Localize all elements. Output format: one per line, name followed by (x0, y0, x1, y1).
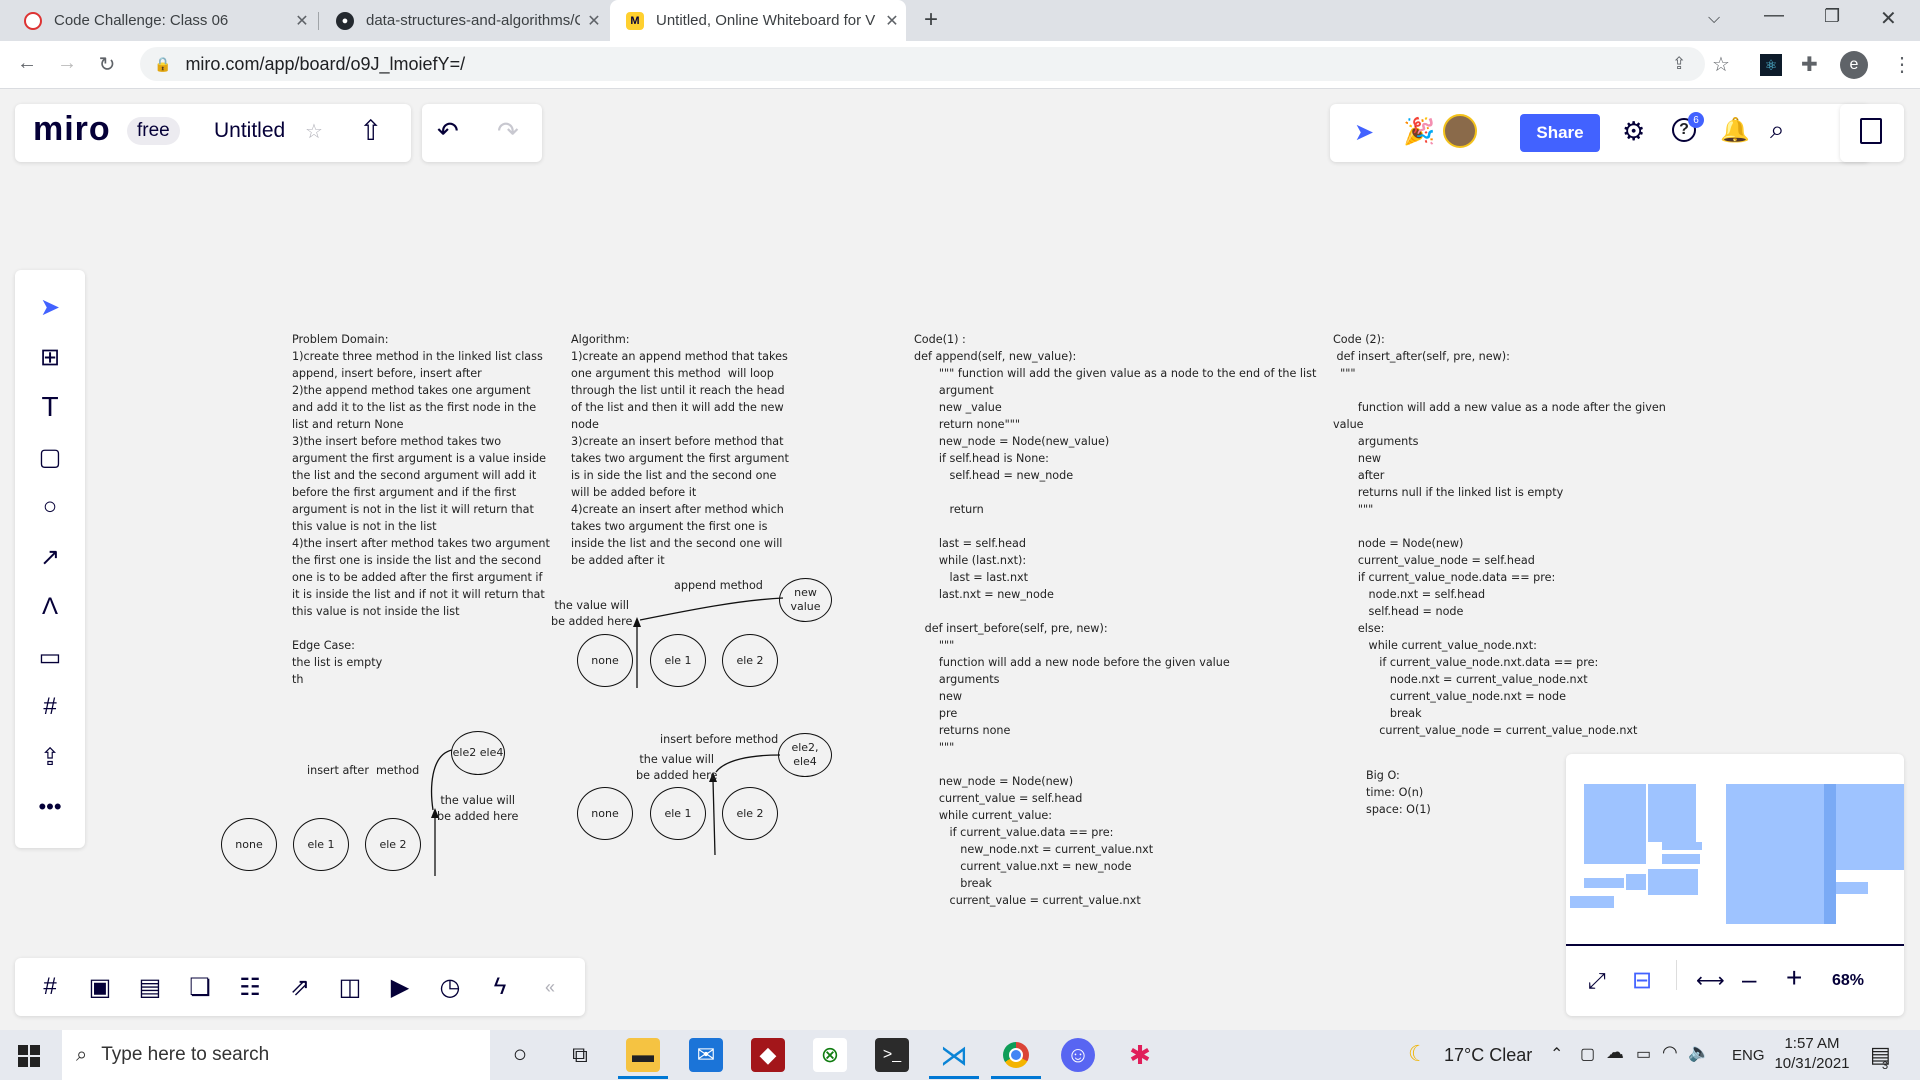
clock-time: 1:57 AM (1784, 1035, 1840, 1052)
insert-before-method-label[interactable]: insert before method (660, 732, 778, 748)
slack-icon[interactable]: ✱ (1123, 1038, 1157, 1072)
minimap-divider (1566, 944, 1904, 946)
minimap-region (1662, 854, 1700, 864)
video-icon[interactable]: ▶ (385, 972, 415, 1002)
mail-icon[interactable]: ✉ (689, 1038, 723, 1072)
insert-before-note[interactable]: the value will be added here (636, 752, 717, 784)
ruby-app-icon[interactable]: ◆ (751, 1038, 785, 1072)
minimap-region (1648, 784, 1696, 842)
minimap-panel: ⤢ ⊟ ⟷ – + 68% (1566, 754, 1904, 1016)
insert-before-new-node[interactable]: ele2, ele4 (778, 733, 832, 777)
search-placeholder: Type here to search (101, 1044, 270, 1065)
search-icon: ⌕ (76, 1043, 88, 1066)
active-indicator (929, 1076, 979, 1079)
weather-moon-icon[interactable]: ☾ (1408, 1041, 1428, 1067)
xbox-icon[interactable]: ⊗ (813, 1038, 847, 1072)
zoom-level[interactable]: 68% (1832, 972, 1864, 990)
minimap-region (1836, 784, 1904, 870)
insert-after-note[interactable]: the value will be added here (437, 793, 518, 825)
minimap-region (1662, 842, 1702, 850)
collapse-toolbar-icon[interactable]: « (535, 972, 565, 1002)
insert-before-node-ele2[interactable]: ele 2 (722, 787, 778, 840)
append-node-none[interactable]: none (577, 634, 633, 687)
comments-icon[interactable]: ▤ (135, 972, 165, 1002)
discord-icon[interactable]: ☺ (1061, 1038, 1095, 1072)
cards-icon[interactable]: ❏ (185, 972, 215, 1002)
show-hidden-icons-chevron-icon[interactable]: ⌃ (1550, 1044, 1563, 1064)
timer-icon[interactable]: ◷ (435, 972, 465, 1002)
insert-after-new-node[interactable]: ele2 ele4 (451, 731, 505, 775)
active-indicator (618, 1076, 668, 1079)
chrome-icon[interactable] (999, 1038, 1033, 1072)
insert-after-node-none[interactable]: none (221, 818, 277, 871)
meet-now-icon[interactable]: ▢ (1580, 1044, 1595, 1064)
frames-icon[interactable]: # (35, 972, 65, 1002)
insert-after-method-label[interactable]: insert after method (307, 763, 419, 779)
fit-to-screen-icon[interactable]: ⟷ (1696, 968, 1725, 993)
minimap-region (1570, 896, 1614, 908)
file-explorer-icon[interactable]: ▬ (626, 1038, 660, 1072)
volume-icon[interactable]: 🔈 (1688, 1042, 1710, 1063)
minimap-region (1584, 878, 1624, 888)
minimap-region (1836, 882, 1868, 894)
cortana-icon[interactable]: ○ (503, 1038, 537, 1072)
clock-date: 10/31/2021 (1774, 1055, 1850, 1072)
minimap-region (1648, 869, 1698, 895)
wifi-icon[interactable]: ◠ (1662, 1042, 1678, 1063)
battery-icon[interactable]: ▭ (1636, 1044, 1651, 1064)
notification-count: 3 (1882, 1060, 1889, 1072)
zoom-divider (1676, 960, 1677, 990)
minimap[interactable] (1566, 754, 1904, 944)
embed-icon[interactable]: ◫ (335, 972, 365, 1002)
zoom-in-icon[interactable]: + (1786, 962, 1802, 994)
append-new-node[interactable]: new value (779, 578, 832, 622)
windows-start-icon[interactable] (18, 1045, 40, 1067)
insert-before-node-ele1[interactable]: ele 1 (650, 787, 706, 840)
minimap-region (1824, 784, 1836, 924)
task-view-icon[interactable]: ⧉ (563, 1038, 597, 1072)
fullscreen-icon[interactable]: ⤢ (1588, 968, 1606, 994)
insert-before-node-none[interactable]: none (577, 787, 633, 840)
presentation-icon[interactable]: ▣ (85, 972, 115, 1002)
minimap-region (1626, 874, 1646, 890)
append-node-ele2[interactable]: ele 2 (722, 634, 778, 687)
bottom-toolbar: # ▣ ▤ ❏ ☷ ⇗ ◫ ▶ ◷ ϟ « (15, 958, 585, 1016)
lightning-icon[interactable]: ϟ (485, 972, 515, 1002)
append-method-label[interactable]: append method (674, 578, 763, 594)
taskbar-search-box[interactable]: ⌕ Type here to search (62, 1030, 490, 1080)
language-indicator[interactable]: ENG (1732, 1047, 1765, 1064)
minimap-region (1584, 784, 1646, 864)
share-screen-icon[interactable]: ⇗ (285, 972, 315, 1002)
terminal-icon[interactable]: >_ (875, 1038, 909, 1072)
active-indicator (991, 1076, 1041, 1079)
vscode-icon[interactable]: ⋊ (937, 1038, 971, 1072)
insert-after-node-ele1[interactable]: ele 1 (293, 818, 349, 871)
onedrive-icon[interactable]: ☁ (1606, 1042, 1624, 1063)
append-node-ele1[interactable]: ele 1 (650, 634, 706, 687)
append-note[interactable]: the value will be added here (551, 598, 632, 630)
clock[interactable]: 1:57 AM 10/31/2021 (1772, 1034, 1852, 1074)
zoom-out-icon[interactable]: – (1742, 964, 1756, 995)
weather-text[interactable]: 17°C Clear (1444, 1045, 1532, 1066)
minimap-region (1726, 784, 1834, 924)
kanban-icon[interactable]: ☷ (235, 972, 265, 1002)
insert-after-node-ele2[interactable]: ele 2 (365, 818, 421, 871)
map-toggle-icon[interactable]: ⊟ (1632, 966, 1652, 995)
